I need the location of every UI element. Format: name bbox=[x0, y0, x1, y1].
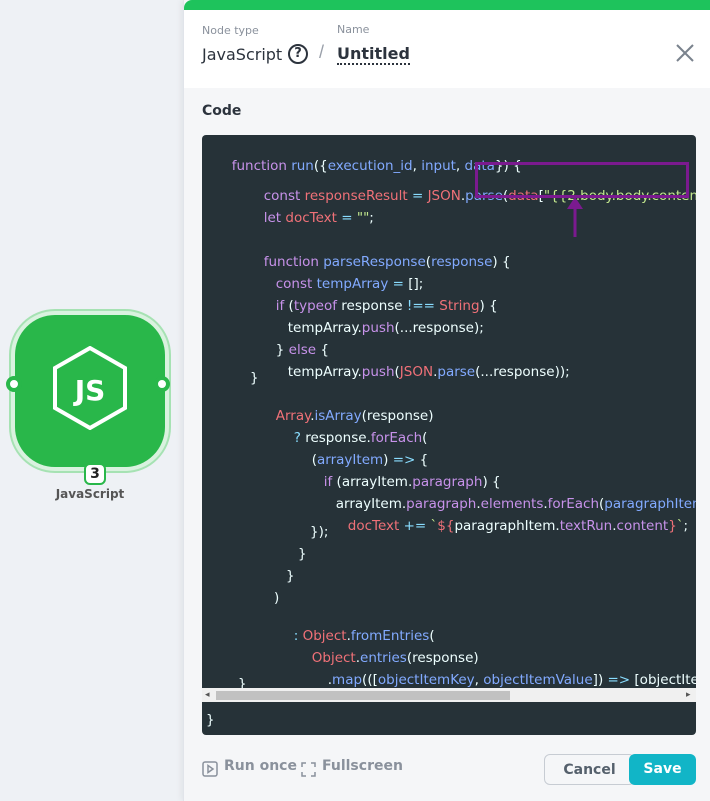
scroll-right-icon[interactable]: ▸ bbox=[686, 690, 691, 700]
name-input[interactable]: Untitled bbox=[337, 44, 410, 65]
panel-header: Node type JavaScript ? / Name Untitled bbox=[184, 10, 710, 88]
nodejs-icon: JS bbox=[53, 346, 127, 430]
node-type-value: JavaScript bbox=[202, 45, 283, 64]
panel-accent-bar bbox=[184, 0, 710, 10]
play-icon[interactable] bbox=[202, 761, 218, 777]
code-line: docText += `${paragraphItem.textRun.cont… bbox=[347, 518, 689, 534]
close-icon[interactable] bbox=[674, 42, 696, 64]
node-output-port[interactable] bbox=[154, 376, 170, 392]
cancel-button[interactable]: Cancel bbox=[544, 754, 635, 785]
horizontal-scrollbar[interactable]: ◂ ▸ bbox=[202, 688, 696, 702]
javascript-node[interactable]: JS 3 JavaScript bbox=[0, 310, 180, 510]
node-editor-panel: Node type JavaScript ? / Name Untitled C… bbox=[183, 0, 710, 801]
code-line: let docText = ""; bbox=[263, 210, 374, 226]
code-line: }); bbox=[310, 524, 329, 540]
node-step-badge: 3 bbox=[84, 463, 106, 485]
code-line: ) bbox=[274, 590, 280, 606]
node-label: JavaScript bbox=[55, 487, 125, 501]
scroll-left-icon[interactable]: ◂ bbox=[205, 690, 210, 700]
fullscreen-button[interactable]: Fullscreen bbox=[322, 758, 403, 774]
scrollbar-thumb[interactable] bbox=[216, 691, 510, 700]
panel-footer: Run once Fullscreen Cancel Save bbox=[184, 736, 710, 801]
code-line: } bbox=[298, 546, 307, 562]
highlight-annotation-box bbox=[475, 162, 689, 198]
code-line: } bbox=[250, 370, 259, 386]
name-label: Name bbox=[337, 23, 370, 36]
annotation-arrow-icon bbox=[567, 197, 583, 237]
code-line: } bbox=[286, 568, 295, 584]
fullscreen-icon[interactable] bbox=[301, 762, 316, 777]
code-line: tempArray.push(JSON.parse(...response)); bbox=[287, 364, 570, 380]
help-icon[interactable]: ? bbox=[288, 44, 308, 64]
node-type-label: Node type bbox=[202, 24, 259, 37]
run-once-button[interactable]: Run once bbox=[224, 758, 297, 774]
code-section-label: Code bbox=[202, 103, 242, 119]
save-button[interactable]: Save bbox=[629, 754, 696, 785]
node-input-port[interactable] bbox=[6, 376, 22, 392]
header-separator: / bbox=[319, 42, 325, 62]
code-line: } bbox=[206, 712, 215, 728]
code-editor[interactable]: function run({execution_id, input, data}… bbox=[202, 135, 696, 735]
svg-text:JS: JS bbox=[73, 374, 106, 407]
